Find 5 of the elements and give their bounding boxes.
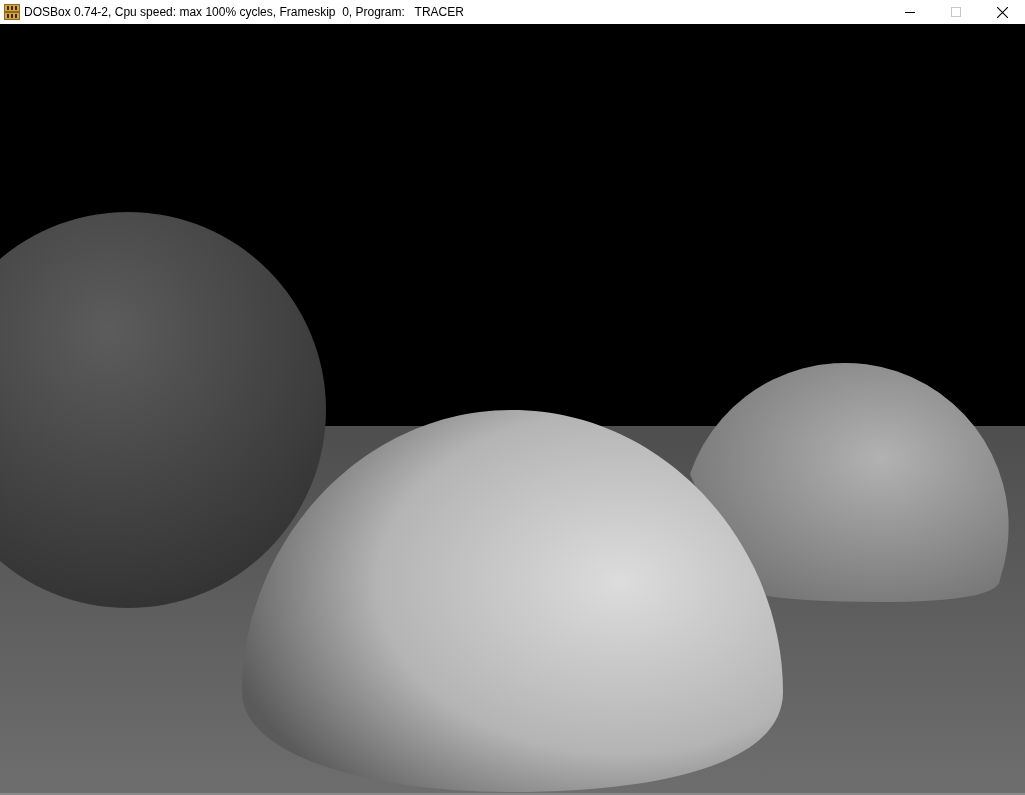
maximize-icon [951, 7, 961, 17]
app-icon [4, 4, 20, 20]
minimize-icon [905, 11, 915, 13]
close-icon [996, 6, 1008, 18]
window-title: DOSBox 0.74-2, Cpu speed: max 100% cycles, Frameskip 0, Program: TRACER [24, 4, 464, 21]
